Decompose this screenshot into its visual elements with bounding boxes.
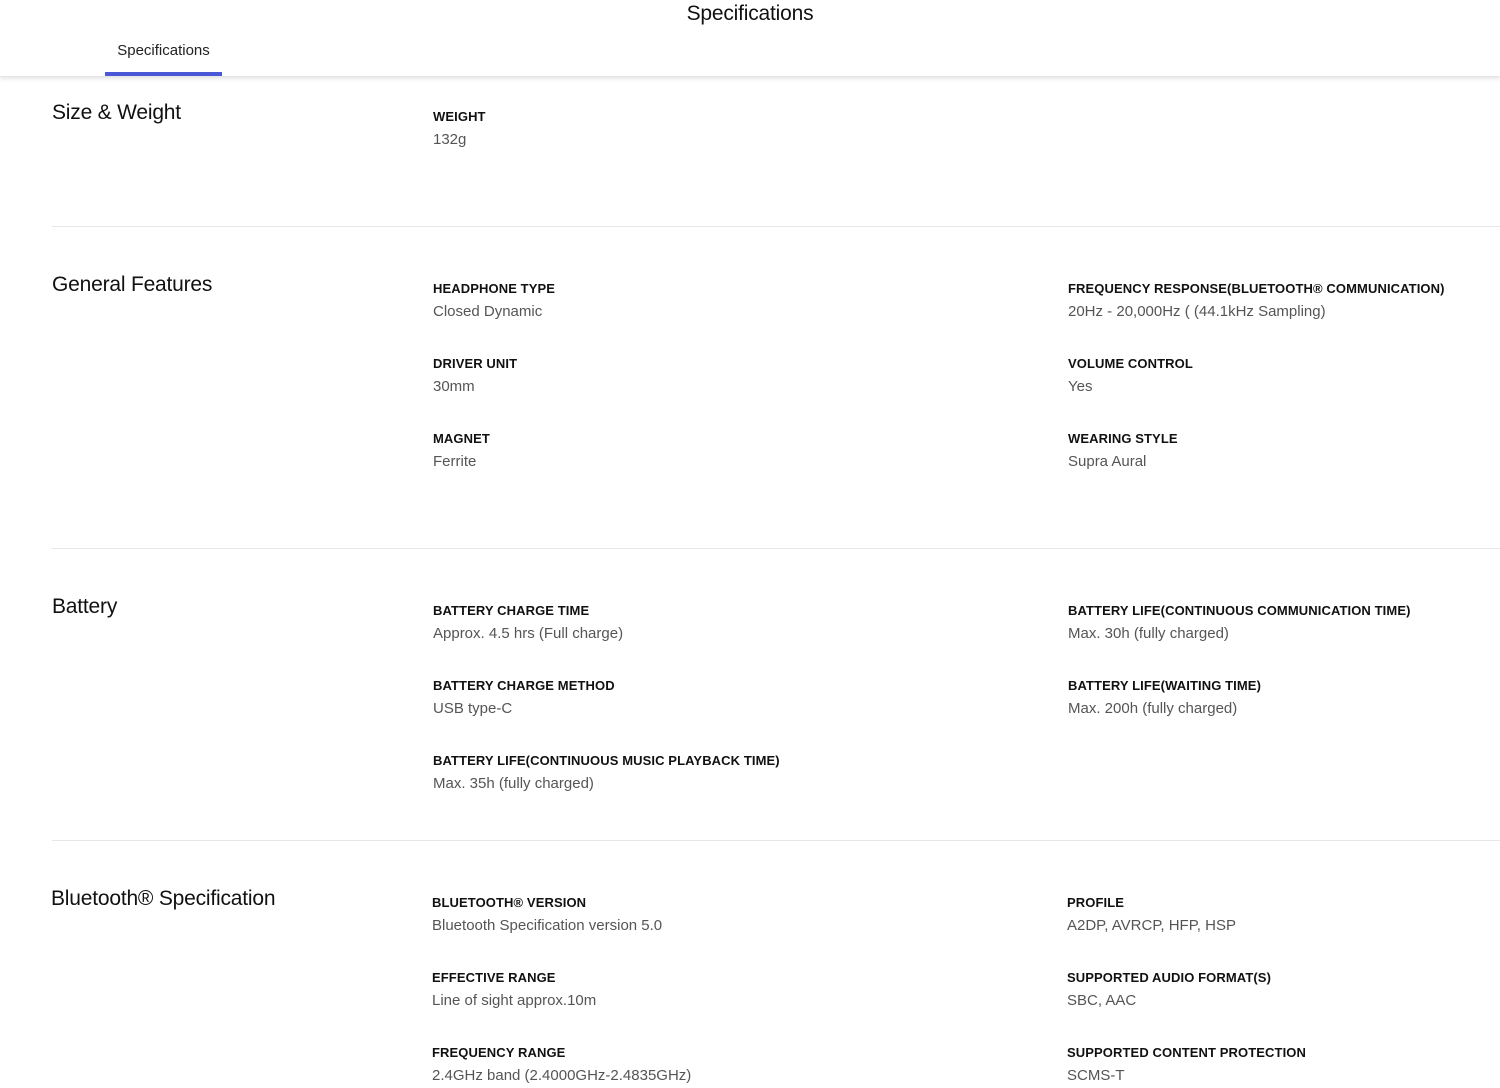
spec-battery-life-communication: BATTERY LIFE(CONTINUOUS COMMUNICATION TI… (1068, 602, 1498, 644)
spec-value: Line of sight approx.10m (432, 992, 597, 1009)
spec-headphone-type: HEADPHONE TYPE Closed Dynamic (433, 280, 863, 322)
spec-battery-life-music: BATTERY LIFE(CONTINUOUS MUSIC PLAYBACK T… (433, 752, 863, 794)
spec-value: Closed Dynamic (433, 303, 543, 320)
spec-battery-charge-method: BATTERY CHARGE METHOD USB type-C (433, 677, 863, 719)
spec-label: WEARING STYLE (1068, 431, 1178, 446)
spec-label: BATTERY LIFE(CONTINUOUS MUSIC PLAYBACK T… (433, 753, 780, 768)
spec-label: SUPPORTED AUDIO FORMAT(S) (1067, 970, 1271, 985)
spec-value: Bluetooth Specification version 5.0 (432, 917, 663, 934)
section-divider (52, 840, 1500, 841)
spec-value: Max. 30h (fully charged) (1068, 625, 1229, 642)
spec-label: SUPPORTED CONTENT PROTECTION (1067, 1045, 1306, 1060)
spec-label: EFFECTIVE RANGE (432, 970, 556, 985)
spec-value: Approx. 4.5 hrs (Full charge) (433, 625, 624, 642)
spec-label: DRIVER UNIT (433, 356, 518, 371)
active-tab-indicator (105, 72, 222, 76)
spec-frequency-response: FREQUENCY RESPONSE(BLUETOOTH® COMMUNICAT… (1068, 280, 1498, 322)
spec-label: BLUETOOTH® VERSION (432, 895, 587, 910)
spec-label: BATTERY CHARGE TIME (433, 603, 590, 618)
spec-value: Yes (1068, 378, 1093, 395)
section-title: Battery (52, 595, 118, 618)
spec-supported-audio-formats: SUPPORTED AUDIO FORMAT(S) SBC, AAC (1067, 969, 1497, 1011)
spec-bluetooth-version: BLUETOOTH® VERSION Bluetooth Specificati… (432, 894, 862, 936)
top-bar: Specifications Specifications (0, 0, 1500, 77)
spec-label: HEADPHONE TYPE (433, 281, 556, 296)
section-title: Size & Weight (52, 101, 181, 124)
section-divider (52, 226, 1500, 227)
spec-value: Max. 200h (fully charged) (1068, 700, 1238, 717)
spec-label: BATTERY LIFE(CONTINUOUS COMMUNICATION TI… (1068, 603, 1411, 618)
tab-label: Specifications (117, 42, 210, 59)
spec-volume-control: VOLUME CONTROL Yes (1068, 355, 1498, 397)
spec-frequency-range: FREQUENCY RANGE 2.4GHz band (2.4000GHz-2… (432, 1044, 862, 1086)
spec-value: Max. 35h (fully charged) (433, 775, 594, 792)
spec-profile: PROFILE A2DP, AVRCP, HFP, HSP (1067, 894, 1497, 936)
spec-value: 30mm (433, 378, 475, 395)
section-divider (52, 548, 1500, 549)
spec-value: A2DP, AVRCP, HFP, HSP (1067, 917, 1236, 934)
spec-label: PROFILE (1067, 895, 1125, 910)
spec-supported-content-protection: SUPPORTED CONTENT PROTECTION SCMS-T (1067, 1044, 1497, 1086)
spec-magnet: MAGNET Ferrite (433, 430, 863, 472)
spec-value: SBC, AAC (1067, 992, 1137, 1009)
spec-wearing-style: WEARING STYLE Supra Aural (1068, 430, 1498, 472)
spec-value: SCMS-T (1067, 1067, 1125, 1084)
spec-value: Ferrite (433, 453, 477, 470)
spec-value: 20Hz - 20,000Hz ( (44.1kHz Sampling) (1068, 303, 1326, 320)
spec-label: BATTERY LIFE(WAITING TIME) (1068, 678, 1262, 693)
spec-label: FREQUENCY RESPONSE(BLUETOOTH® COMMUNICAT… (1068, 281, 1445, 296)
spec-weight: WEIGHT 132g (433, 108, 863, 150)
spec-label: WEIGHT (433, 109, 486, 124)
spec-label: MAGNET (433, 431, 490, 446)
section-title: General Features (52, 273, 213, 296)
spec-value: Supra Aural (1068, 453, 1147, 470)
spec-battery-charge-time: BATTERY CHARGE TIME Approx. 4.5 hrs (Ful… (433, 602, 863, 644)
spec-value: 2.4GHz band (2.4000GHz-2.4835GHz) (432, 1067, 692, 1084)
section-title: Bluetooth® Specification (51, 887, 276, 910)
spec-value: 132g (433, 131, 467, 148)
spec-battery-life-waiting: BATTERY LIFE(WAITING TIME) Max. 200h (fu… (1068, 677, 1498, 719)
page-title: Specifications (686, 2, 814, 25)
spec-label: FREQUENCY RANGE (432, 1045, 566, 1060)
spec-effective-range: EFFECTIVE RANGE Line of sight approx.10m (432, 969, 862, 1011)
tab-specifications[interactable]: Specifications (105, 36, 222, 76)
spec-label: BATTERY CHARGE METHOD (433, 678, 615, 693)
spec-label: VOLUME CONTROL (1068, 356, 1193, 371)
spec-driver-unit: DRIVER UNIT 30mm (433, 355, 863, 397)
spec-value: USB type-C (433, 700, 513, 717)
